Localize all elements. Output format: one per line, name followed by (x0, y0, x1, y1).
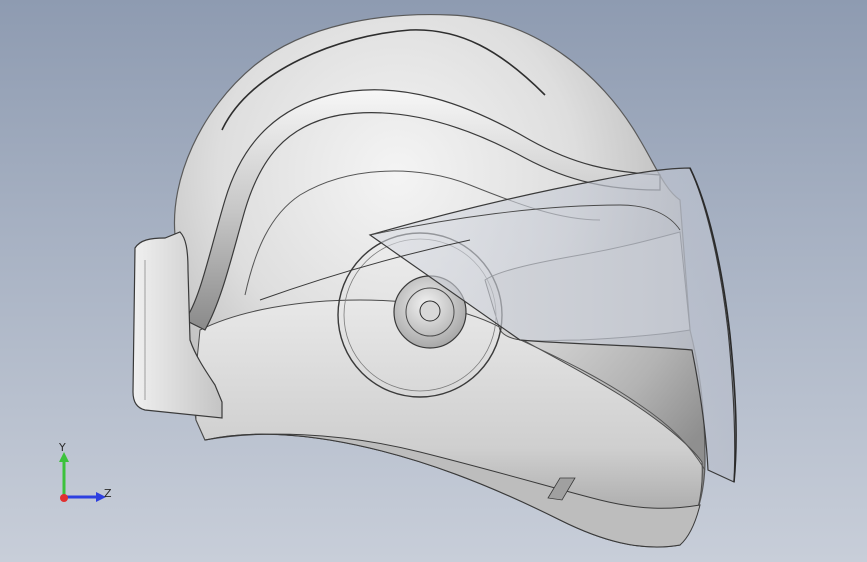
helmet-model[interactable] (0, 0, 867, 562)
x-axis-dot (60, 494, 68, 502)
y-axis-label: Y (58, 441, 66, 454)
graphics-viewport[interactable]: Y Z (0, 0, 867, 562)
coordinate-triad: Y Z (58, 441, 112, 502)
z-axis-label: Z (104, 487, 112, 500)
pivot-screw[interactable] (419, 300, 441, 322)
